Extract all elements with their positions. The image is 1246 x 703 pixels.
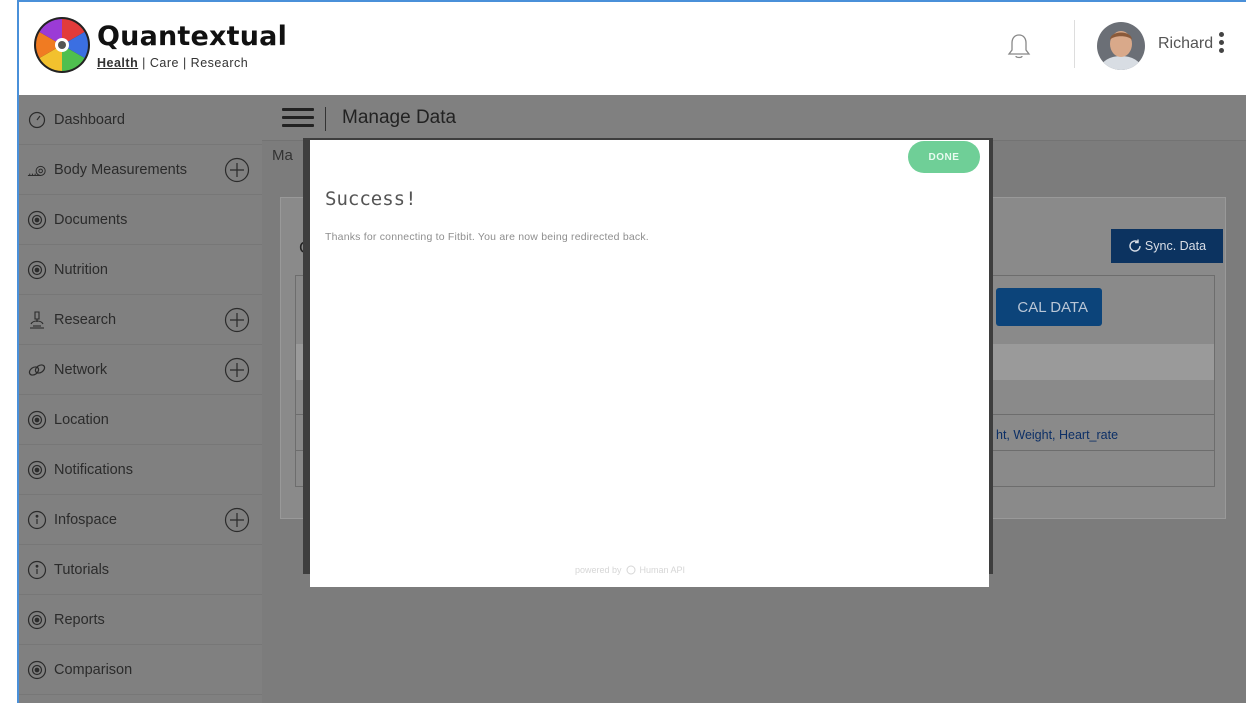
avatar[interactable] bbox=[1097, 22, 1145, 70]
sidebar-item-label: Nutrition bbox=[54, 261, 108, 278]
sidebar-item-dashboard[interactable]: Dashboard bbox=[19, 95, 262, 145]
brand-tagline: Health | Care | Research bbox=[97, 56, 287, 70]
expand-plus-icon[interactable] bbox=[224, 157, 250, 183]
expand-plus-icon[interactable] bbox=[224, 307, 250, 333]
sync-data-button[interactable]: Sync. Data bbox=[1111, 229, 1223, 263]
sidebar-item-reports[interactable]: Reports bbox=[19, 595, 262, 645]
sidebar-item-label: Location bbox=[54, 411, 109, 428]
circle-dot-icon bbox=[27, 610, 47, 630]
sync-data-label: Sync. Data bbox=[1144, 239, 1207, 253]
breadcrumb: Ma bbox=[272, 147, 293, 164]
success-modal: DONE Success! Thanks for connecting to F… bbox=[310, 140, 989, 587]
modal-message: Thanks for connecting to Fitbit. You are… bbox=[325, 231, 649, 243]
powered-by-label: powered by bbox=[575, 565, 622, 575]
info-icon bbox=[27, 560, 47, 580]
brand-name: Quantextual bbox=[97, 21, 288, 52]
bell-icon[interactable] bbox=[1007, 32, 1031, 60]
done-button[interactable]: DONE bbox=[908, 141, 980, 173]
circle-dot-icon bbox=[27, 660, 47, 680]
sidebar-item-documents[interactable]: Documents bbox=[19, 195, 262, 245]
header-divider bbox=[1074, 20, 1075, 68]
sidebar-item-label: Infospace bbox=[54, 511, 117, 528]
circle-dot-icon bbox=[27, 410, 47, 430]
sidebar-item-label: Body Measurements bbox=[54, 161, 187, 178]
expand-plus-icon[interactable] bbox=[224, 357, 250, 383]
tagline-rest: | Care | Research bbox=[138, 56, 249, 70]
circle-dot-icon bbox=[27, 460, 47, 480]
sidebar-item-infospace[interactable]: Infospace bbox=[19, 495, 262, 545]
tagline-health: Health bbox=[97, 56, 139, 70]
brand: Quantextual Health | Care | Research bbox=[97, 21, 288, 71]
dashboard-gauge-icon bbox=[27, 110, 47, 130]
sidebar-item-label: Comparison bbox=[54, 661, 133, 678]
sidebar-item-nutrition[interactable]: Nutrition bbox=[19, 245, 262, 295]
app-header: Quantextual Health | Care | Research Ric… bbox=[17, 0, 1246, 95]
expand-plus-icon[interactable] bbox=[224, 507, 250, 533]
sidebar-item-network[interactable]: Network bbox=[19, 345, 262, 395]
sidebar-item-research[interactable]: Research bbox=[19, 295, 262, 345]
sidebar-item-label: Tutorials bbox=[54, 561, 110, 578]
sidebar: Dashboard Body Measurements Documents Nu… bbox=[17, 95, 262, 703]
sidebar-item-notifications[interactable]: Notifications bbox=[19, 445, 262, 495]
local-data-button[interactable]: CAL DATA bbox=[996, 288, 1102, 326]
link-icon bbox=[27, 360, 47, 380]
user-name[interactable]: Richard bbox=[1158, 35, 1213, 53]
modal-title: Success! bbox=[325, 188, 417, 210]
sidebar-item-label: Documents bbox=[54, 211, 128, 228]
refresh-icon bbox=[1129, 239, 1141, 252]
table-cell-data-types: ht, Weight, Heart_rate bbox=[996, 428, 1119, 442]
circle-dot-icon bbox=[27, 260, 47, 280]
main-toolbar: Manage Data bbox=[262, 95, 1246, 141]
sidebar-item-label: Notifications bbox=[54, 461, 133, 478]
sidebar-item-label: Dashboard bbox=[54, 111, 125, 128]
powered-by-footer: powered by Human API bbox=[575, 565, 685, 575]
human-api-logo-icon bbox=[626, 565, 636, 575]
toolbar-divider bbox=[325, 107, 326, 131]
circle-dot-icon bbox=[27, 210, 47, 230]
sidebar-item-label: Network bbox=[54, 361, 108, 378]
hamburger-menu-icon[interactable] bbox=[282, 108, 314, 128]
sidebar-item-body-measurements[interactable]: Body Measurements bbox=[19, 145, 262, 195]
sidebar-item-label: Reports bbox=[54, 611, 105, 628]
info-icon bbox=[27, 510, 47, 530]
powered-by-brand: Human API bbox=[639, 565, 686, 575]
sidebar-item-comparison[interactable]: Comparison bbox=[19, 645, 262, 695]
sidebar-item-label: Research bbox=[54, 311, 117, 328]
page-title: Manage Data bbox=[342, 107, 457, 128]
quantextual-logo[interactable] bbox=[33, 16, 91, 74]
tape-measure-icon bbox=[27, 160, 47, 180]
sidebar-item-tutorials[interactable]: Tutorials bbox=[19, 545, 262, 595]
more-options-icon[interactable] bbox=[1219, 32, 1225, 56]
microscope-icon bbox=[27, 310, 47, 330]
sidebar-item-location[interactable]: Location bbox=[19, 395, 262, 445]
